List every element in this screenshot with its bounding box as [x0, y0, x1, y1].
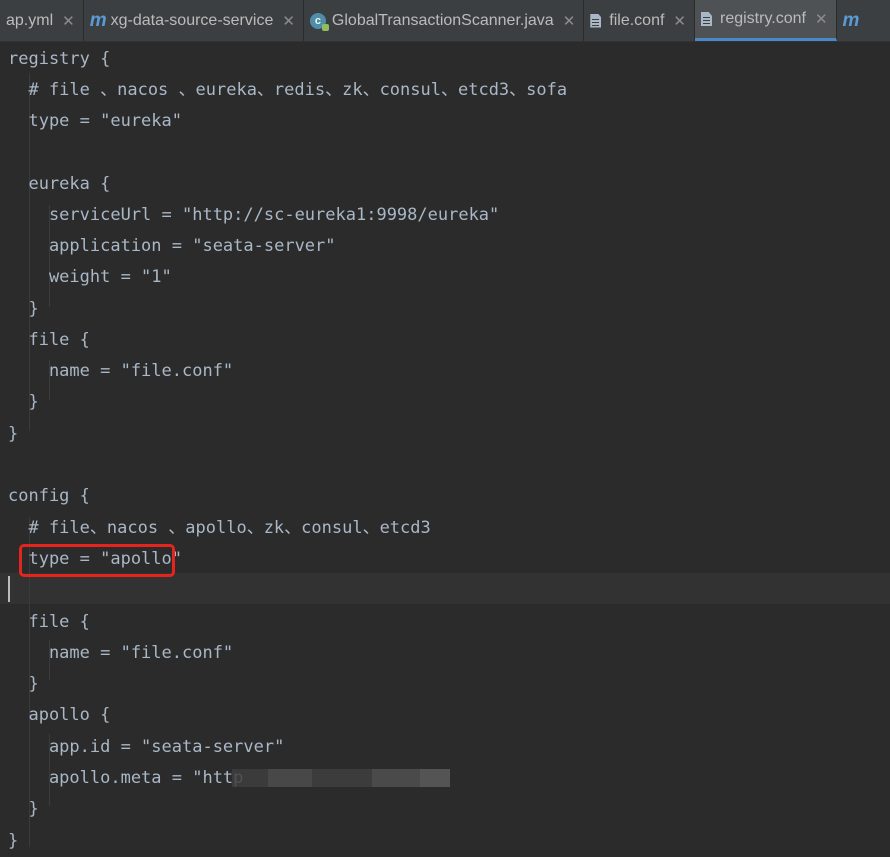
close-icon[interactable]: ✕	[62, 12, 75, 30]
code-line: weight = "1"	[8, 267, 172, 287]
close-icon[interactable]: ✕	[282, 12, 295, 30]
java-class-icon: c	[309, 12, 329, 31]
code-line: }	[8, 392, 39, 412]
text-caret	[8, 576, 10, 602]
tab-global-transaction-scanner[interactable]: c GlobalTransactionScanner.java ✕	[304, 0, 585, 41]
code-line: }	[8, 424, 19, 444]
code-line: eureka {	[8, 174, 111, 194]
code-line: file {	[8, 612, 90, 632]
code-line: name = "file.conf"	[8, 361, 234, 381]
text-file-icon	[700, 12, 712, 26]
code-line: }	[8, 831, 19, 851]
annotation-highlight-box	[19, 544, 175, 577]
code-line: }	[8, 674, 39, 694]
text-file-icon	[590, 13, 602, 28]
code-line: application = "seata-server"	[8, 236, 336, 256]
code-editor[interactable]: registry { # file 、nacos 、eureka、redis、z…	[0, 42, 890, 851]
code-line: }	[8, 799, 39, 819]
current-line-highlight	[0, 573, 890, 604]
tab-ap-yml[interactable]: ap.yml ✕	[0, 0, 84, 41]
code-line: # file 、nacos 、eureka、redis、zk、consul、et…	[8, 80, 568, 100]
close-icon[interactable]: ✕	[673, 12, 686, 30]
redacted-region	[232, 769, 268, 787]
maven-module-icon: m	[842, 9, 860, 31]
tab-label: ap.yml	[6, 11, 54, 29]
code-line: apollo {	[8, 705, 111, 725]
tab-label: registry.conf	[719, 10, 806, 27]
code-line: type = "eureka"	[8, 111, 182, 131]
code-line: }	[8, 299, 39, 319]
tab-label: GlobalTransactionScanner.java	[331, 11, 554, 29]
code-line: name = "file.conf"	[8, 643, 234, 663]
code-line: apollo.meta = "http	[8, 768, 244, 788]
redacted-region	[420, 769, 450, 787]
redacted-region	[268, 769, 312, 787]
maven-module-icon: m	[89, 9, 107, 31]
code-line: # file、nacos 、apollo、zk、consul、etcd3	[8, 518, 431, 538]
tab-overflow[interactable]: m	[837, 0, 870, 41]
tab-registry-conf[interactable]: registry.conf ✕	[694, 0, 837, 41]
code-line: registry {	[8, 49, 111, 69]
code-line: config {	[8, 486, 90, 506]
code-line: app.id = "seata-server"	[8, 737, 285, 757]
redacted-region	[372, 769, 420, 787]
close-icon[interactable]: ✕	[563, 12, 576, 30]
redacted-region	[312, 769, 372, 787]
code-line: serviceUrl = "http://sc-eureka1:9998/eur…	[8, 205, 500, 225]
tab-xg-data-source-service[interactable]: m xg-data-source-service ✕	[84, 0, 304, 41]
tab-file-conf[interactable]: file.conf ✕	[584, 0, 695, 41]
editor-tab-bar: ap.yml ✕ m xg-data-source-service ✕ c Gl…	[0, 0, 890, 42]
code-line: file {	[8, 330, 90, 350]
close-icon[interactable]: ✕	[815, 10, 828, 28]
tab-label: xg-data-source-service	[110, 11, 274, 29]
tab-label: file.conf	[609, 11, 665, 29]
